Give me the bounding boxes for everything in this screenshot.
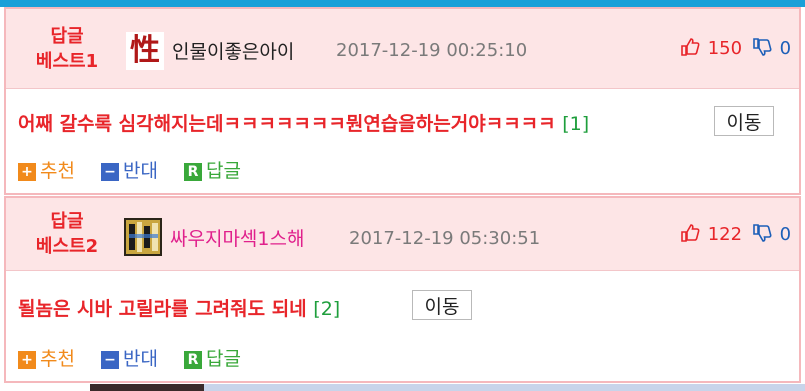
thumbs-up-icon[interactable] <box>680 224 706 245</box>
nickname[interactable]: 인물이좋은아이 <box>172 37 294 64</box>
top-bar <box>0 0 805 7</box>
minus-icon: − <box>101 351 120 369</box>
recommend-button[interactable]: + 추천 <box>18 156 75 183</box>
recommend-button[interactable]: + 추천 <box>18 344 75 371</box>
reply-icon: R <box>184 351 203 369</box>
reply-label: 답글 <box>206 160 241 182</box>
vote-counts: 150 0 <box>680 37 791 59</box>
reply-label: 답글 <box>206 348 241 370</box>
best-comment-1: 답글 베스트1 性 인물이좋은아이 2017-12-19 00:25:10 15… <box>4 7 801 195</box>
recommend-label: 추천 <box>40 348 75 370</box>
best-comment-2: 답글 베스트2 싸우지마섹1스해 2017-12-19 05:30:51 122… <box>4 196 801 383</box>
vote-counts: 122 0 <box>680 223 791 245</box>
reply-icon: R <box>184 163 203 181</box>
timestamp: 2017-12-19 00:25:10 <box>336 40 528 61</box>
thumbs-down-icon[interactable] <box>746 224 777 245</box>
thumbs-up-icon[interactable] <box>680 38 706 59</box>
comment-body: 어째 갈수록 심각해지는데ㅋㅋㅋㅋㅋㅋㅋ뭔연습을하는거야ㅋㅋㅋㅋ <box>18 113 556 135</box>
oppose-label: 반대 <box>123 348 158 370</box>
comment-actions: + 추천 − 반대 R 답글 <box>18 156 261 183</box>
pixel-avatar-icon <box>124 218 162 256</box>
nickname[interactable]: 싸우지마섹1스해 <box>170 224 304 251</box>
best-badge-line2: 베스트1 <box>35 51 99 72</box>
avatar[interactable]: 性 <box>126 32 164 70</box>
reply-button[interactable]: R 답글 <box>184 344 241 371</box>
timestamp: 2017-12-19 05:30:51 <box>349 228 541 249</box>
thumbs-down-icon[interactable] <box>746 38 777 59</box>
oppose-label: 반대 <box>123 160 158 182</box>
down-vote-count: 0 <box>779 38 792 59</box>
comment-body: 될놈은 시바 고릴라를 그려줘도 되네 <box>18 298 307 320</box>
comment-header: 답글 베스트1 性 인물이좋은아이 2017-12-19 00:25:10 15… <box>6 9 799 89</box>
best-badge: 답글 베스트2 <box>24 209 110 259</box>
best-badge-line2: 베스트2 <box>35 236 99 257</box>
minus-icon: − <box>101 163 120 181</box>
best-badge-line1: 답글 <box>50 211 84 232</box>
best-badge-line1: 답글 <box>50 26 84 47</box>
comment-actions: + 추천 − 반대 R 답글 <box>18 344 261 371</box>
recommend-label: 추천 <box>40 160 75 182</box>
oppose-button[interactable]: − 반대 <box>101 344 158 371</box>
comment-header: 답글 베스트2 싸우지마섹1스해 2017-12-19 05:30:51 122… <box>6 198 799 271</box>
comment-text: 될놈은 시바 고릴라를 그려줘도 되네 [2] <box>18 294 340 321</box>
up-vote-count: 150 <box>707 38 743 59</box>
up-vote-count: 122 <box>707 224 743 245</box>
oppose-button[interactable]: − 반대 <box>101 156 158 183</box>
reply-button[interactable]: R 답글 <box>184 156 241 183</box>
comment-text: 어째 갈수록 심각해지는데ㅋㅋㅋㅋㅋㅋㅋ뭔연습을하는거야ㅋㅋㅋㅋ [1] <box>18 109 589 136</box>
move-button[interactable]: 이동 <box>412 290 472 320</box>
plus-icon: + <box>18 351 36 369</box>
avatar[interactable] <box>124 218 162 256</box>
move-button[interactable]: 이동 <box>714 106 774 136</box>
avatar-hanja-glyph: 性 <box>130 33 160 68</box>
best-badge: 답글 베스트1 <box>24 24 110 74</box>
reply-count[interactable]: [2] <box>313 298 340 320</box>
plus-icon: + <box>18 163 36 181</box>
down-vote-count: 0 <box>779 224 792 245</box>
next-item-thumbnail <box>90 384 204 391</box>
reply-count[interactable]: [1] <box>562 113 589 135</box>
next-item-strip <box>204 384 805 391</box>
